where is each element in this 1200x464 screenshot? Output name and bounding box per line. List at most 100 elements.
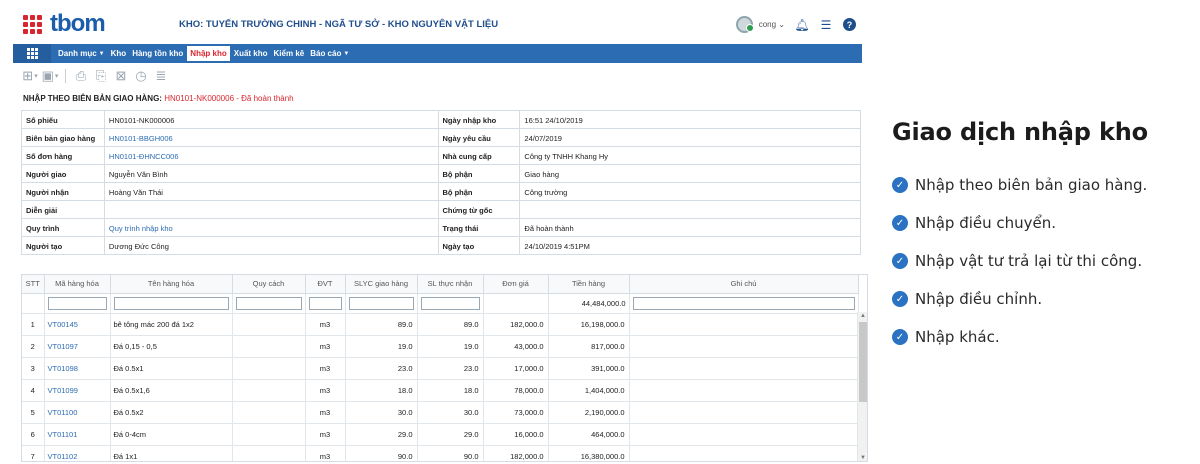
nav-item-5[interactable]: Kiểm kê <box>271 44 308 63</box>
table-row[interactable]: 2 VT01097 Đá 0,15 - 0,5 m3 19.0 19.0 43,000.0 8… <box>22 335 859 358</box>
feature-item-label: Nhập điều chuyển. <box>915 214 1057 232</box>
add-icon[interactable]: ⊞ ▾ <box>21 67 39 85</box>
table-cell[interactable]: VT01100 <box>44 401 111 424</box>
table-cell: m3 <box>305 313 346 336</box>
table-cell[interactable]: VT00145 <box>44 313 111 336</box>
table-cell[interactable]: VT01097 <box>44 335 111 358</box>
help-icon[interactable]: ? <box>843 18 856 31</box>
column-header[interactable]: STT <box>22 275 45 294</box>
table-cell <box>232 423 306 446</box>
cancel-document-icon[interactable]: ⊠ <box>112 67 130 85</box>
scroll-up-icon[interactable]: ▲ <box>858 312 867 320</box>
table-row[interactable]: 6 VT01101 Đá 0-4cm m3 29.0 29.0 16,000.0 464,00… <box>22 423 859 446</box>
table-cell[interactable]: VT01099 <box>44 379 111 402</box>
form-row: Quy trình Quy trình nhập kho Trạng thái Đã … <box>22 219 861 237</box>
checklist-icon[interactable]: ☰ <box>819 18 833 32</box>
list-icon[interactable]: ≣ <box>152 67 170 85</box>
field-label: Ngày nhập kho <box>439 111 521 129</box>
filter-cell <box>345 293 418 314</box>
filter-input[interactable] <box>632 296 855 310</box>
column-header[interactable]: Đơn giá <box>483 275 549 294</box>
page-title: NHẬP THEO BIÊN BẢN GIAO HÀNG: HN0101-NK0… <box>23 94 294 103</box>
nav-item-label: Báo cáo <box>310 49 342 58</box>
feature-item: ✓ Nhập theo biên bản giao hàng. <box>892 166 1192 204</box>
table-cell: 29.0 <box>417 423 484 446</box>
scroll-down-icon[interactable]: ▼ <box>858 454 867 461</box>
field-value[interactable]: Quy trình nhập kho <box>105 219 439 237</box>
home-menu-button[interactable] <box>13 44 51 63</box>
column-header[interactable]: Tên hàng hóa <box>110 275 233 294</box>
table-cell <box>629 379 859 402</box>
table-row[interactable]: 3 VT01098 Đá 0.5x1 m3 23.0 23.0 17,000.0 391,00… <box>22 357 859 380</box>
field-value: Đã hoàn thành <box>520 219 861 237</box>
filter-input[interactable] <box>47 296 107 310</box>
table-cell <box>232 445 306 461</box>
table-cell: m3 <box>305 379 346 402</box>
table-cell <box>629 313 859 336</box>
table-cell: Đá 0.5x2 <box>110 401 233 424</box>
feature-item-label: Nhập vật tư trả lại từ thi công. <box>915 252 1143 270</box>
field-label: Số phiếu <box>22 111 105 129</box>
nav-item-label: Danh mục <box>58 49 97 58</box>
filter-input[interactable] <box>235 296 302 310</box>
nav-item-1[interactable]: Kho <box>108 44 130 63</box>
check-circle-icon: ✓ <box>892 215 908 231</box>
field-value[interactable]: HN0101-BBGH006 <box>105 129 439 147</box>
table-cell: 23.0 <box>417 357 484 380</box>
filter-input[interactable] <box>348 296 414 310</box>
table-row[interactable]: 4 VT01099 Đá 0.5x1,6 m3 18.0 18.0 78,000.0 1,40… <box>22 379 859 402</box>
table-row[interactable]: 1 VT00145 bê tông mác 200 đá 1x2 m3 89.0 89.0… <box>22 313 859 336</box>
table-cell: 464,000.0 <box>548 423 630 446</box>
logo[interactable]: tbom <box>23 10 106 37</box>
filter-input[interactable] <box>113 296 229 310</box>
table-cell[interactable]: VT01101 <box>44 423 111 446</box>
table-row[interactable]: 5 VT01100 Đá 0.5x2 m3 30.0 30.0 73,000.0 2,190,… <box>22 401 859 424</box>
form-row: Biên bản giao hàng HN0101-BBGH006 Ngày yêu… <box>22 129 861 147</box>
column-header[interactable]: Quy cách <box>232 275 306 294</box>
caret-down-icon: ▼ <box>98 50 105 57</box>
print-icon[interactable]: ⎙ <box>72 67 90 85</box>
export-icon[interactable]: ⎘ <box>92 67 110 85</box>
field-value: 16:51 24/10/2019 <box>520 111 861 129</box>
filter-input[interactable] <box>308 296 342 310</box>
avatar[interactable] <box>735 16 754 33</box>
vertical-scrollbar[interactable]: ▲ ▼ <box>857 312 867 461</box>
column-header[interactable]: SL thực nhận <box>417 275 484 294</box>
field-value[interactable]: HN0101-ĐHNCC006 <box>105 147 439 165</box>
column-header[interactable]: Tiền hàng <box>548 275 630 294</box>
save-icon[interactable]: ▣ ▾ <box>41 67 59 85</box>
field-value <box>105 201 439 219</box>
toolbar-divider <box>65 69 66 83</box>
table-cell: 182,000.0 <box>483 445 549 461</box>
column-header[interactable]: Mã hàng hóa <box>44 275 111 294</box>
nav-item-3[interactable]: Nhập kho <box>186 45 231 62</box>
bell-icon[interactable]: 🔔︎ <box>794 18 809 32</box>
user-menu[interactable]: cong ⌄ <box>759 20 785 29</box>
table-cell[interactable]: VT01098 <box>44 357 111 380</box>
document-code: HN0101-NK000006 <box>164 94 235 103</box>
toolbar: ⊞ ▾ ▣ ▾ ⎙ ⎘ ⊠ ◷ ≣ <box>13 65 170 87</box>
column-header[interactable]: ĐVT <box>305 275 346 294</box>
table-cell[interactable]: VT01102 <box>44 445 111 461</box>
scrollbar-thumb[interactable] <box>859 322 867 402</box>
field-label: Bộ phận <box>439 183 521 201</box>
nav-item-6[interactable]: Báo cáo ▼ <box>307 44 352 63</box>
table-cell: 1,404,000.0 <box>548 379 630 402</box>
column-header[interactable]: Ghi chú <box>629 275 859 294</box>
field-value <box>520 201 861 219</box>
app-window: tbom KHO: TUYẾN TRƯỜNG CHINH - NGÃ TƯ SỞ… <box>13 8 868 462</box>
feature-item: ✓ Nhập khác. <box>892 318 1192 356</box>
nav-item-4[interactable]: Xuất kho <box>231 44 271 63</box>
table-cell <box>629 401 859 424</box>
form-row: Người giao Nguyễn Văn Bình Bộ phận Giao hàn… <box>22 165 861 183</box>
table-row[interactable]: 7 VT01102 Đá 1x1 m3 90.0 90.0 182,000.0 16,380,… <box>22 445 859 461</box>
column-header[interactable]: SLYC giao hàng <box>345 275 418 294</box>
feature-item: ✓ Nhập điều chuyển. <box>892 204 1192 242</box>
table-cell: 17,000.0 <box>483 357 549 380</box>
nav-item-0[interactable]: Danh mục ▼ <box>55 44 108 63</box>
field-value: HN0101-NK000006 <box>105 111 439 129</box>
form-row: Số phiếu HN0101-NK000006 Ngày nhập kho 16:5… <box>22 111 861 129</box>
filter-input[interactable] <box>420 296 480 310</box>
nav-item-2[interactable]: Hàng tồn kho <box>129 44 186 63</box>
history-icon[interactable]: ◷ <box>132 67 150 85</box>
